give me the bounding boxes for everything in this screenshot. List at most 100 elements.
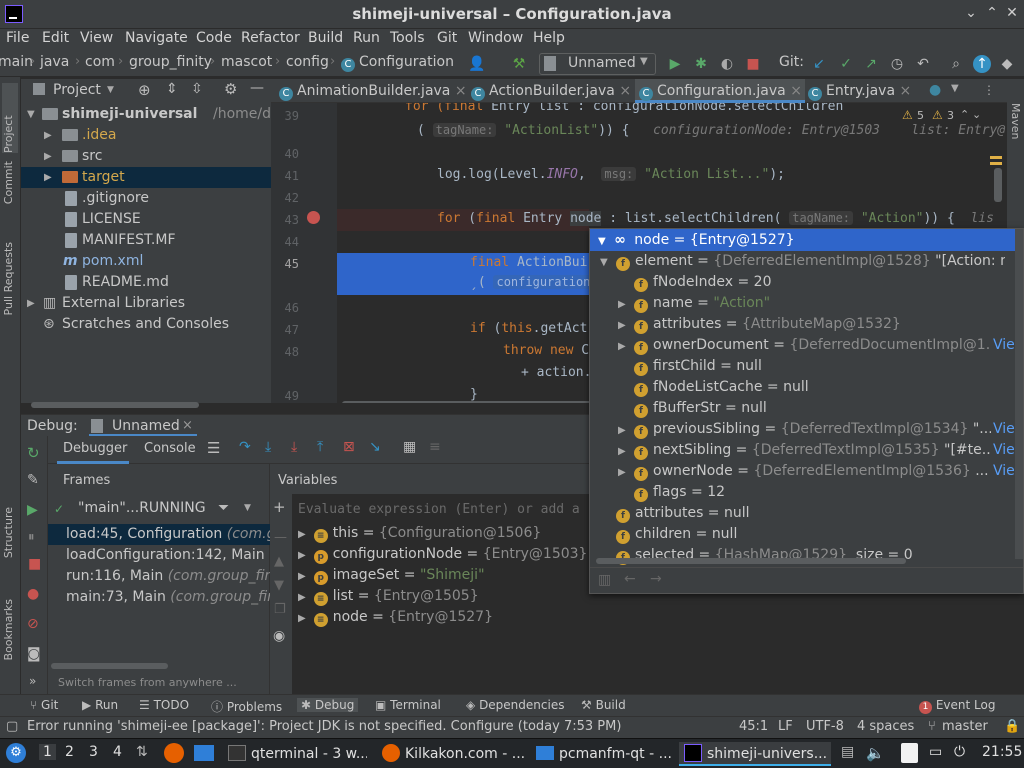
chevron-down-icon[interactable]: ▼ — [951, 83, 959, 94]
tree-item-src[interactable]: ▶ src — [21, 146, 271, 167]
project-panel-title[interactable]: Project — [53, 82, 101, 98]
popup-field-row[interactable]: f fNodeListCache = null — [618, 377, 1005, 398]
frame-row[interactable]: load:45, Configuration (com.gr — [48, 524, 270, 545]
popup-field-row[interactable]: ▶ f name = "Action" — [618, 293, 1005, 314]
workspace-1[interactable]: 1 — [39, 744, 56, 760]
tab-entry[interactable]: C Entry.java × — [808, 79, 928, 103]
close-icon[interactable]: ✕ — [1003, 4, 1021, 22]
run-config-selector[interactable]: Unnamed ▼ — [539, 53, 656, 75]
workspace-3[interactable]: 3 — [89, 744, 98, 760]
filter-icon[interactable]: ⏷ — [218, 500, 229, 516]
force-step-into-icon[interactable]: ⤓ — [291, 439, 297, 455]
popup-hscrollbar[interactable] — [596, 558, 906, 564]
task-pcmanfm[interactable]: pcmanfm-qt - ... — [531, 742, 675, 766]
variable-row[interactable]: ▶ ≡ this = {Configuration@1506} — [298, 523, 541, 544]
user-icon[interactable]: 👤 — [468, 55, 486, 73]
breadcrumb-com[interactable]: com — [85, 54, 115, 70]
variable-row[interactable]: ▶ ≡ list = {Entry@1505} — [298, 586, 479, 607]
toolwindow-debug[interactable]: ✱ Debug — [297, 698, 359, 712]
toolwindow-event-log[interactable]: 1 Event Log — [919, 698, 995, 714]
gear-icon[interactable]: ⚙ — [224, 80, 237, 98]
run-to-cursor-icon[interactable]: ↘ — [369, 439, 381, 455]
task-firefox[interactable]: Kilkakon.com - ... — [377, 742, 527, 766]
popup-field-row[interactable]: f children = null — [600, 524, 1005, 545]
tree-item-scratches[interactable]: ⊛ Scratches and Consoles — [21, 314, 271, 335]
line-separator[interactable]: LF — [778, 719, 793, 734]
tree-item-license[interactable]: LICENSE — [21, 209, 271, 230]
error-stripe-marker[interactable] — [990, 156, 1002, 159]
side-tab-maven[interactable]: Maven — [1009, 103, 1022, 139]
menu-tools[interactable]: Tools — [390, 30, 425, 46]
chevron-right-icon[interactable]: ▶ — [618, 294, 634, 314]
expand-all-icon[interactable]: ⇳ — [191, 81, 203, 97]
chevron-right-icon[interactable]: ▶ — [618, 315, 634, 335]
firefox-icon[interactable] — [164, 743, 184, 763]
breakpoint-icon[interactable] — [307, 211, 320, 224]
indent-setting[interactable]: 4 spaces — [857, 719, 914, 734]
debug-config-tab[interactable]: Unnamed — [112, 418, 180, 434]
tree-item-idea[interactable]: ▶ .idea — [21, 125, 271, 146]
file-manager-icon[interactable] — [194, 745, 214, 761]
frame-row[interactable]: run:116, Main (com.group_finit — [48, 566, 270, 587]
chevron-right-icon[interactable]: ▶ — [618, 441, 634, 461]
toolwindow-terminal[interactable]: ▣ Terminal — [375, 698, 441, 712]
chevron-down-icon[interactable]: ▼ — [600, 252, 616, 272]
variable-row[interactable]: ▶ p imageSet = "Shimeji" — [298, 565, 485, 586]
tree-item-readme[interactable]: README.md — [21, 272, 271, 293]
breadcrumb-main[interactable]: main — [0, 54, 33, 70]
tab-configuration[interactable]: C Configuration.java × — [635, 79, 805, 103]
stop-icon[interactable]: ■ — [744, 55, 762, 73]
frame-row[interactable]: main:73, Main (com.group_fini — [48, 587, 270, 608]
breadcrumb-mascot[interactable]: mascot — [221, 54, 272, 70]
menu-run[interactable]: Run — [353, 30, 380, 46]
lock-icon[interactable]: 🔒 — [1004, 719, 1020, 734]
project-scrollbar[interactable] — [31, 402, 199, 408]
editor-vscrollbar[interactable] — [994, 168, 1002, 202]
step-over-icon[interactable]: ↷ — [239, 439, 251, 455]
git-commit-icon[interactable]: ✓ — [837, 55, 855, 73]
tree-item-root[interactable]: ▼ shimeji-universal /home/dartz — [21, 104, 298, 125]
network-icon[interactable]: ⇅ — [136, 744, 148, 760]
side-tab-bookmarks[interactable]: Bookmarks — [2, 599, 15, 660]
workspace-2[interactable]: 2 — [65, 744, 74, 760]
toolwindow-todo[interactable]: ☰ TODO — [139, 698, 189, 712]
tree-item-external-libraries[interactable]: ▶ ▥ External Libraries — [21, 293, 271, 314]
notes-icon[interactable] — [901, 743, 918, 763]
run-icon[interactable]: ▶ — [666, 55, 684, 73]
file-encoding[interactable]: UTF-8 — [806, 719, 844, 734]
forward-arrow-icon[interactable]: → — [650, 571, 662, 587]
settings-dots-icon[interactable]: ⋮ — [983, 83, 995, 97]
thread-selector[interactable]: ✓ "main"...RUNNING ⏷ ▼ — [54, 500, 254, 520]
frames-scrollbar[interactable] — [51, 663, 168, 669]
toolwindow-run[interactable]: ▶ Run — [82, 698, 118, 712]
menu-navigate[interactable]: Navigate — [125, 30, 188, 46]
menu-help[interactable]: Help — [533, 30, 565, 46]
menu-build[interactable]: Build — [308, 30, 343, 46]
search-icon[interactable]: ⌕ — [947, 55, 965, 73]
minimize-icon[interactable]: ⌄ — [962, 4, 980, 22]
toolwindow-dependencies[interactable]: ◈ Dependencies — [466, 698, 564, 712]
side-tab-project[interactable]: Project — [2, 83, 18, 153]
menu-lines-icon[interactable]: ☰ — [207, 439, 220, 457]
pause-icon[interactable]: ⏸ — [28, 530, 35, 545]
display-icon[interactable]: ▭ — [929, 744, 942, 760]
close-icon[interactable]: × — [182, 418, 193, 433]
tree-item-pom[interactable]: m pom.xml — [21, 251, 271, 272]
camera-icon[interactable]: ◙ — [27, 646, 41, 662]
popup-vscrollbar[interactable] — [1015, 229, 1023, 559]
menu-window[interactable]: Window — [468, 30, 523, 46]
status-toggle-icon[interactable]: ▢ — [6, 719, 18, 734]
workspace-4[interactable]: 4 — [113, 744, 122, 760]
menu-code[interactable]: Code — [196, 30, 232, 46]
tab-actionbuilder[interactable]: C ActionBuilder.java × — [471, 79, 646, 103]
rollback-icon[interactable]: ↶ — [914, 55, 932, 73]
chevron-up-icon[interactable]: ⌃ — [960, 108, 969, 121]
toolwindow-git[interactable]: ⑂ Git — [30, 698, 58, 712]
popup-header-row[interactable]: ▼ ∞ node = {Entry@1527} — [590, 229, 1023, 251]
chevron-right-icon[interactable]: ▶ — [618, 336, 634, 356]
frame-row[interactable]: loadConfiguration:142, Main (c — [48, 545, 270, 566]
debug-bug-icon[interactable]: ✱ — [692, 55, 710, 73]
coverage-icon[interactable]: ◐ — [718, 55, 736, 73]
popup-field-row[interactable]: ▶ f nextSibling = {DeferredTextImpl@1535} … — [618, 440, 1005, 461]
chevron-right-icon[interactable]: ▶ — [618, 420, 634, 440]
